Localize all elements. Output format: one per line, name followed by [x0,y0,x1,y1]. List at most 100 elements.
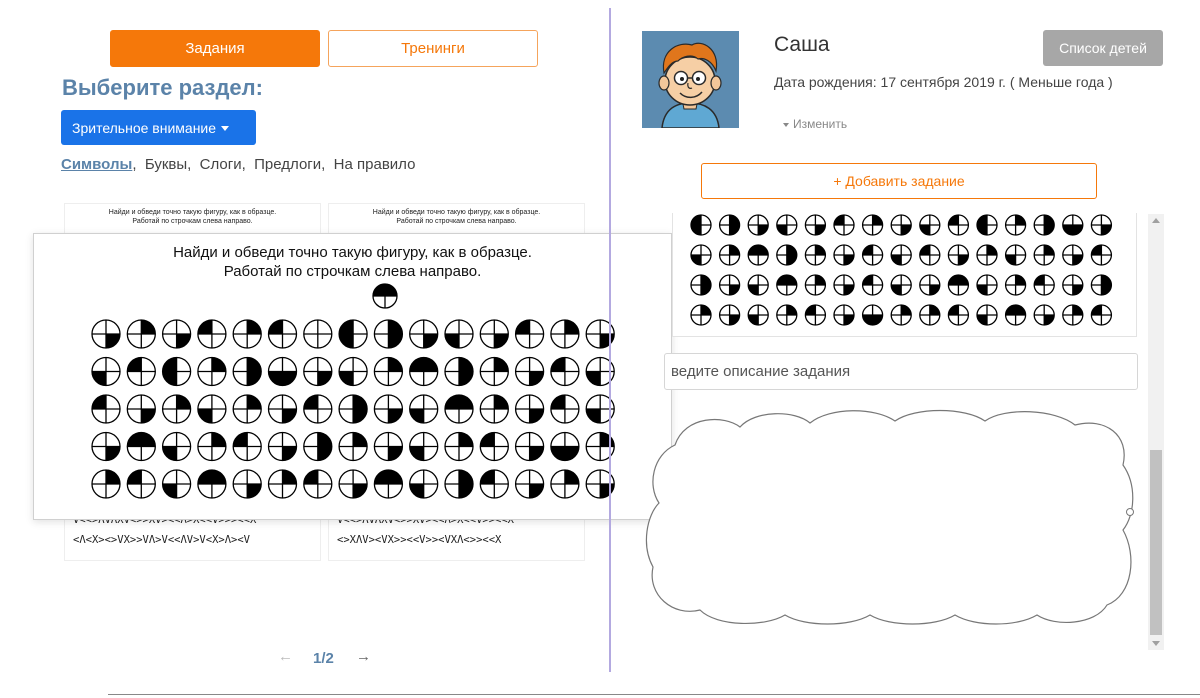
quarter-circle-glyph [833,274,855,296]
quarter-circle-glyph [267,431,298,462]
quarter-circle-glyph [197,356,227,387]
quarter-circle-glyph [303,431,333,462]
add-task-button[interactable]: + Добавить задание [701,163,1097,199]
quarter-circle-glyph [550,431,580,462]
page-indicator: 1/2 [313,650,334,667]
quarter-circle-glyph [232,319,262,349]
arrow-left-icon[interactable]: ← [278,648,293,665]
quarter-circle-glyph [409,394,439,424]
quarter-circle-glyph [947,274,970,296]
quarter-circle-glyph [718,214,741,236]
quarter-circle-glyph [197,431,227,462]
quarter-circle-glyph [267,356,298,387]
quarter-circle-glyph [861,274,884,296]
cloud-shape [645,409,1134,625]
quarter-circle-glyph [947,304,970,326]
tab-tasks[interactable]: Задания [110,30,320,67]
quarter-circle-glyph [804,214,827,236]
symbol-row: <>XΛV><VX>><<V>><VXΛ<>><<X [337,534,502,546]
quarter-circle-glyph [1090,274,1113,296]
quarter-circle-glyph [1090,214,1113,236]
quarter-circle-glyph [197,469,227,499]
quarter-circle-glyph [1062,274,1084,296]
quarter-circle-glyph [919,304,941,326]
chevron-down-icon [783,122,789,127]
quarter-circle-glyph [550,319,580,349]
quarter-circle-glyph [373,394,404,424]
quarter-circle-glyph [479,356,509,387]
quarter-circle-glyph [1033,304,1055,326]
quarter-circle-glyph [444,431,474,462]
scrollbar-thumb[interactable] [1150,450,1162,635]
category-dropdown-label: Зрительное внимание [72,119,217,136]
quarter-circle-glyph [833,304,855,326]
quarter-circle-glyph [1033,274,1055,296]
task-description-placeholder: ведите описание задания [671,363,851,380]
quarter-circle-glyph [126,394,156,424]
quarter-circle-glyph [161,431,192,462]
quarter-circle-glyph [372,283,398,309]
quarter-circle-glyph [1004,274,1027,296]
quarter-circle-glyph [747,274,769,296]
scrollbar[interactable] [1148,214,1164,650]
quarter-circle-glyph [718,244,741,266]
scroll-up-icon[interactable] [1152,218,1160,223]
quarter-circle-glyph [161,319,192,349]
quarter-circle-glyph [373,356,404,387]
quarter-circle-glyph [747,214,769,236]
subnav-item-letters[interactable]: Буквы [145,156,187,173]
quarter-circle-glyph [776,244,798,266]
quarter-circle-glyph [409,319,439,349]
quarter-circle-glyph [804,304,827,326]
quarter-circle-glyph [550,356,580,387]
quarter-circle-glyph [197,394,227,424]
subnav-item-symbols[interactable]: Символы [61,156,132,173]
quarter-circle-glyph [126,469,156,499]
quarter-circle-glyph [161,356,192,387]
quarter-circle-glyph [91,394,121,424]
subnav-item-rule[interactable]: На правило [334,156,416,173]
quarter-circle-glyph [232,431,262,462]
quarter-circle-glyph [91,469,121,499]
tab-trainings[interactable]: Тренинги [328,30,538,67]
quarter-circle-glyph [303,394,333,424]
quarter-circle-glyph [976,274,998,296]
subsection-nav: Символы, Буквы, Слоги, Предлоги, На прав… [61,156,416,173]
quarter-circle-glyph [409,356,439,387]
quarter-circle-glyph [833,244,855,266]
subnav-item-prepositions[interactable]: Предлоги [254,156,321,173]
quarter-circle-glyph [514,394,545,424]
quarter-circle-glyph [747,304,769,326]
quarter-circle-glyph [338,394,368,424]
quarter-circle-glyph [338,469,368,499]
birth-date: Дата рождения: 17 сентября 2019 г. ( Мен… [774,74,1113,90]
chevron-down-icon [221,125,230,131]
category-dropdown[interactable]: Зрительное внимание [61,110,256,145]
panel-divider [609,8,611,672]
quarter-circle-glyph [267,394,298,424]
quarter-circle-glyph [976,214,998,236]
quarter-circle-glyph [690,244,712,266]
quarter-circle-glyph [776,274,798,296]
scroll-down-icon[interactable] [1152,641,1160,646]
quarter-circle-glyph [514,469,545,499]
quarter-circle-glyph [1062,214,1084,236]
quarter-circle-glyph [690,214,712,236]
task-description-input[interactable]: ведите описание задания [664,353,1138,390]
quarter-circle-glyph [479,469,509,499]
avatar [642,31,739,128]
quarter-circle-glyph [890,304,912,326]
quarter-circle-glyph [444,469,474,499]
quarter-circle-glyph [303,469,333,499]
quarter-circle-glyph [514,356,545,387]
quarter-circle-glyph [1004,214,1027,236]
quarter-circle-glyph [232,469,262,499]
arrow-right-icon[interactable]: → [356,648,371,665]
quarter-circle-glyph [409,469,439,499]
children-list-button[interactable]: Список детей [1043,30,1163,66]
edit-link[interactable]: Изменить [783,117,847,131]
quarter-circle-glyph [861,244,884,266]
quarter-circle-glyph [479,431,509,462]
quarter-circle-glyph [718,274,741,296]
subnav-item-syllables[interactable]: Слоги [200,156,242,173]
